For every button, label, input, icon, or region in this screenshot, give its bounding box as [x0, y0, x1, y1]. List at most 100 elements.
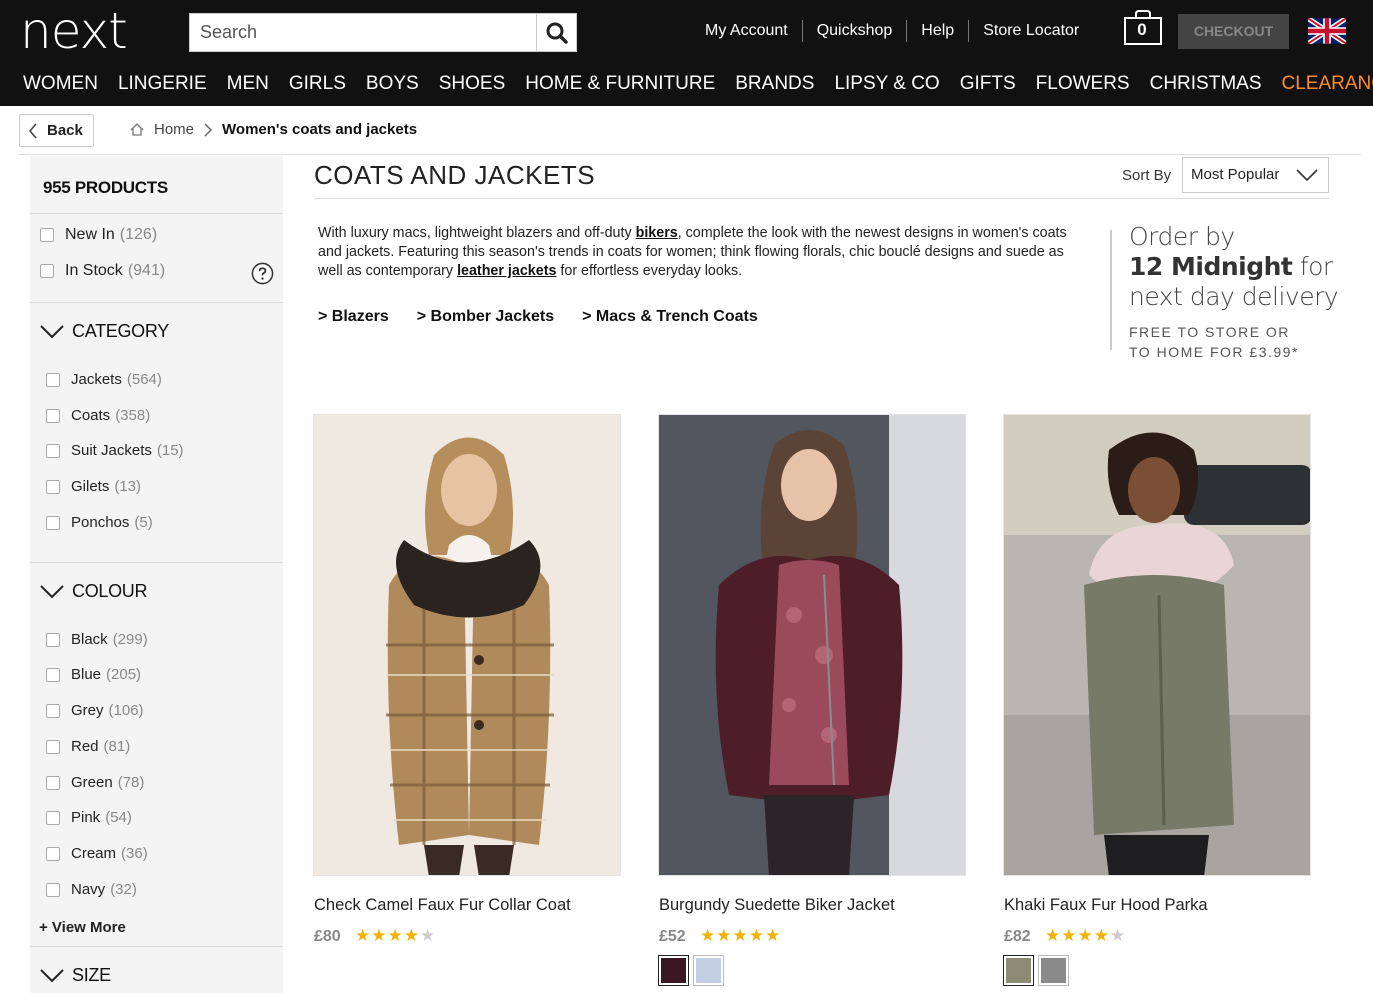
search-button[interactable] [536, 14, 576, 51]
promo-line: next day delivery [1129, 282, 1339, 311]
nav-shoes[interactable]: SHOES [429, 72, 516, 96]
filter-count: (299) [112, 631, 148, 648]
checkbox[interactable] [46, 515, 60, 530]
filter-ponchos[interactable]: Ponchos (5) [46, 514, 153, 531]
filter-pink[interactable]: Pink (54) [46, 809, 132, 826]
filter-navy[interactable]: Navy (32) [46, 881, 137, 898]
filter-green[interactable]: Green (78) [46, 774, 144, 791]
product-image[interactable] [658, 414, 966, 876]
nav-lipsy[interactable]: LIPSY & CO [824, 72, 949, 96]
rating-stars: ★★★★★ [355, 926, 436, 946]
shopping-bag-button[interactable]: 0 [1123, 10, 1163, 46]
filter-black[interactable]: Black (299) [46, 631, 148, 648]
filter-count: (941) [127, 262, 166, 279]
breadcrumb-home[interactable]: Home [154, 121, 194, 138]
checkbox[interactable] [46, 810, 60, 825]
checkbox[interactable] [46, 775, 60, 790]
filter-in-stock[interactable]: In Stock (941) [40, 262, 165, 280]
filter-label: Grey [71, 702, 104, 719]
filter-coats[interactable]: Coats (358) [46, 407, 150, 424]
checkbox[interactable] [46, 739, 60, 754]
filter-grey[interactable]: Grey (106) [46, 702, 144, 719]
store-locator-link[interactable]: Store Locator [968, 20, 1093, 42]
product-name[interactable]: Burgundy Suedette Biker Jacket [659, 896, 895, 915]
filter-label: Black [71, 631, 108, 648]
filter-cream[interactable]: Cream (36) [46, 845, 148, 862]
nav-lingerie[interactable]: LINGERIE [108, 72, 217, 96]
swatch-khaki[interactable] [1003, 955, 1034, 986]
size-section-toggle[interactable]: SIZE [40, 965, 111, 986]
swatch-grey[interactable] [1038, 955, 1069, 986]
checkbox[interactable] [46, 479, 60, 494]
my-account-link[interactable]: My Account [691, 20, 802, 42]
filter-count: (358) [115, 407, 151, 424]
nav-home-furniture[interactable]: HOME & FURNITURE [515, 72, 725, 96]
checkbox[interactable] [46, 372, 60, 387]
search-input[interactable] [190, 14, 537, 51]
nav-brands[interactable]: BRANDS [725, 72, 824, 96]
product-price: £52 [659, 928, 686, 945]
filter-label: Suit Jackets [71, 442, 152, 459]
breadcrumb: Home Women's coats and jackets [130, 121, 417, 138]
filter-label: Cream [71, 845, 117, 862]
checkbox[interactable] [46, 703, 60, 718]
product-name[interactable]: Khaki Faux Fur Hood Parka [1004, 896, 1208, 915]
colour-section-toggle[interactable]: COLOUR [40, 581, 148, 602]
swatch-burgundy[interactable] [658, 955, 689, 986]
filter-new-in[interactable]: New In (126) [40, 226, 157, 244]
bikers-link[interactable]: bikers [636, 225, 678, 241]
uk-flag-icon[interactable] [1308, 18, 1346, 44]
filter-blue[interactable]: Blue (205) [46, 666, 141, 683]
sort-label: Sort By [1122, 167, 1172, 184]
section-title: CATEGORY [72, 321, 169, 341]
nav-christmas[interactable]: CHRISTMAS [1140, 72, 1272, 96]
checkbox[interactable] [40, 264, 54, 278]
nav-men[interactable]: MEN [217, 72, 279, 96]
product-image[interactable] [313, 414, 621, 876]
product-image[interactable] [1003, 414, 1311, 876]
main-navigation: WOMEN LINGERIE MEN GIRLS BOYS SHOES HOME… [13, 72, 1373, 96]
category-section-toggle[interactable]: CATEGORY [40, 321, 169, 342]
checkbox[interactable] [46, 882, 60, 897]
checkbox[interactable] [46, 443, 60, 458]
nav-flowers[interactable]: FLOWERS [1026, 72, 1140, 96]
back-button[interactable]: Back [19, 114, 94, 147]
product-card[interactable]: Burgundy Suedette Biker Jacket £52 ★★★★★ [658, 414, 966, 986]
checkbox[interactable] [46, 408, 60, 423]
nav-gifts[interactable]: GIFTS [950, 72, 1026, 96]
quickshop-link[interactable]: Quickshop [801, 20, 907, 42]
nav-clearance[interactable]: CLEARANCE [1272, 72, 1373, 96]
checkbox[interactable] [46, 667, 60, 682]
help-icon[interactable] [251, 262, 274, 285]
filter-jackets[interactable]: Jackets (564) [46, 371, 162, 388]
top-header: next My Account Quickshop Help Store Loc… [0, 0, 1373, 106]
filter-suit-jackets[interactable]: Suit Jackets (15) [46, 442, 184, 459]
nav-boys[interactable]: BOYS [356, 72, 429, 96]
product-card[interactable]: Khaki Faux Fur Hood Parka £82 ★★★★★ [1003, 414, 1311, 986]
help-link[interactable]: Help [906, 20, 968, 42]
checkbox[interactable] [46, 632, 60, 647]
checkout-button[interactable]: CHECKOUT [1178, 14, 1289, 49]
view-more-colours[interactable]: + View More [39, 919, 126, 936]
filter-gilets[interactable]: Gilets (13) [46, 478, 141, 495]
checkbox[interactable] [40, 228, 54, 242]
checkbox[interactable] [46, 846, 60, 861]
sort-select[interactable]: Most Popular [1182, 157, 1329, 193]
leather-jackets-link[interactable]: leather jackets [457, 263, 556, 279]
filter-label: Ponchos [71, 514, 130, 531]
swatch-light-blue[interactable] [693, 955, 724, 986]
chevron-down-icon [40, 324, 64, 338]
blazers-link[interactable]: > Blazers [318, 308, 389, 326]
site-logo[interactable]: next [20, 6, 128, 56]
delivery-promo[interactable]: Order by 12 Midnight for next day delive… [1129, 222, 1339, 312]
product-card[interactable]: Check Camel Faux Fur Collar Coat £80 ★★★… [313, 414, 621, 945]
filter-red[interactable]: Red (81) [46, 738, 130, 755]
product-name[interactable]: Check Camel Faux Fur Collar Coat [314, 896, 571, 915]
bomber-jackets-link[interactable]: > Bomber Jackets [417, 308, 554, 326]
filter-count: (32) [110, 881, 137, 898]
macs-trench-link[interactable]: > Macs & Trench Coats [582, 308, 758, 326]
back-label: Back [47, 122, 83, 139]
nav-women[interactable]: WOMEN [13, 72, 108, 96]
star-icon: ★ [1077, 926, 1094, 945]
nav-girls[interactable]: GIRLS [279, 72, 356, 96]
